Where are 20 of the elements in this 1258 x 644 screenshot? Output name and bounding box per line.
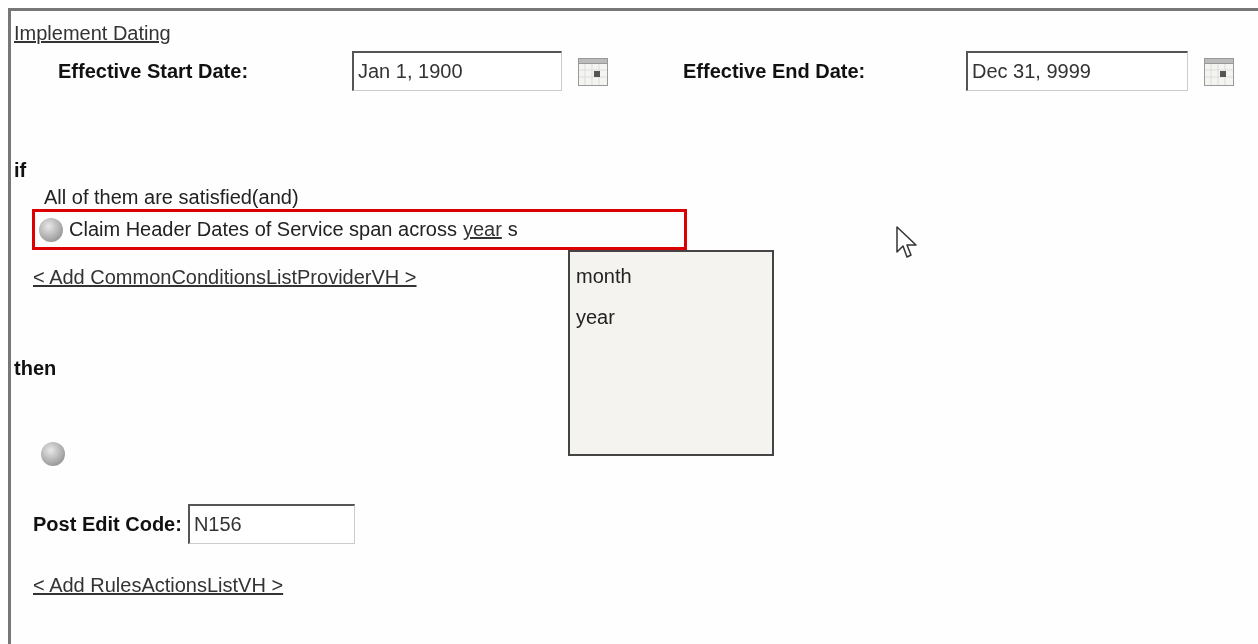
dropdown-option[interactable]: month <box>576 256 766 297</box>
implement-dating-link[interactable]: Implement Dating <box>14 22 171 45</box>
date-field[interactable]: Jan 1, 1900 <box>352 51 562 91</box>
condition-text: Claim Header Dates of Service span across <box>69 218 457 241</box>
field-label: Post Edit Code: <box>33 512 182 536</box>
date-label: Effective End Date: <box>683 59 867 83</box>
condition-suffix: s <box>507 218 518 241</box>
date-field[interactable]: Dec 31, 9999 <box>966 51 1188 91</box>
date-label: Effective Start Date: <box>58 59 250 83</box>
group-label: All of them are satisfied(and) <box>44 186 300 209</box>
bullet-icon <box>41 442 65 466</box>
then-keyword: then <box>14 357 58 380</box>
cursor-icon <box>896 226 920 260</box>
bullet-icon <box>39 217 63 242</box>
if-keyword: if <box>14 159 28 182</box>
period-link[interactable]: year <box>462 218 502 241</box>
edit-code-field[interactable]: N156 <box>187 504 355 544</box>
add-action-link[interactable]: < Add RulesActionsListVH > <box>33 574 284 597</box>
dropdown-option[interactable]: year <box>576 297 766 338</box>
add-condition-link[interactable]: < Add CommonConditionsListProviderVH > <box>33 266 417 289</box>
